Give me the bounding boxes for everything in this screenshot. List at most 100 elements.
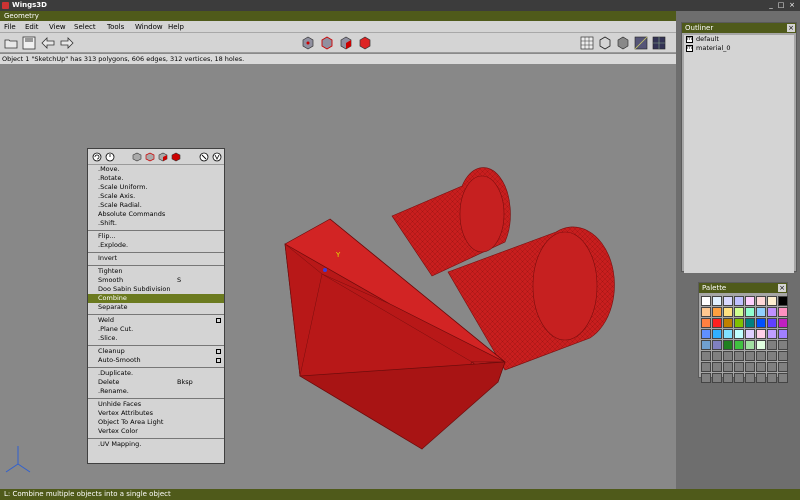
- redo-arrow-icon[interactable]: [60, 36, 74, 50]
- refresh-icon[interactable]: [92, 152, 102, 162]
- edge-select-icon[interactable]: [320, 36, 334, 50]
- menu-item-duplicate[interactable]: .Duplicate.: [88, 369, 224, 378]
- palette-swatch[interactable]: [745, 340, 755, 350]
- palette-swatch[interactable]: [767, 318, 777, 328]
- palette-swatch[interactable]: [734, 351, 744, 361]
- menu-item-vertex-color[interactable]: Vertex Color: [88, 427, 224, 436]
- menu-item-unhide-faces[interactable]: Unhide Faces: [88, 400, 224, 409]
- palette-swatch[interactable]: [745, 373, 755, 383]
- palette-swatch[interactable]: [767, 340, 777, 350]
- menu-item-smooth[interactable]: Smooth S: [88, 276, 224, 285]
- palette-swatch[interactable]: [701, 351, 711, 361]
- palette-swatch[interactable]: [778, 307, 788, 317]
- menu-item-scale-radial[interactable]: .Scale Radial.: [88, 201, 224, 210]
- menu-help[interactable]: Help: [168, 23, 184, 31]
- open-folder-icon[interactable]: [4, 36, 18, 50]
- palette-swatch[interactable]: [734, 296, 744, 306]
- palette-close-icon[interactable]: ×: [778, 284, 786, 292]
- palette-swatch[interactable]: [767, 373, 777, 383]
- maximize-icon[interactable]: □: [777, 1, 785, 9]
- palette-swatch[interactable]: [778, 340, 788, 350]
- palette-swatch[interactable]: [701, 373, 711, 383]
- option-box-icon[interactable]: [216, 318, 221, 323]
- smooth-shading-icon[interactable]: [616, 36, 630, 50]
- menu-window[interactable]: Window: [135, 23, 163, 31]
- palette-swatch[interactable]: [734, 307, 744, 317]
- palette-swatch[interactable]: [767, 351, 777, 361]
- outliner-item-default[interactable]: m default: [684, 35, 794, 44]
- menu-item-plane-cut[interactable]: .Plane Cut.: [88, 325, 224, 334]
- menu-item-tighten[interactable]: Tighten: [88, 267, 224, 276]
- palette-swatch[interactable]: [701, 296, 711, 306]
- palette-swatch[interactable]: [745, 318, 755, 328]
- body-select-icon[interactable]: [358, 36, 372, 50]
- minimize-icon[interactable]: _: [767, 1, 775, 9]
- menu-item-absolute-commands[interactable]: Absolute Commands: [88, 210, 224, 219]
- menu-item-move[interactable]: .Move.: [88, 165, 224, 174]
- menu-edit[interactable]: Edit: [25, 23, 39, 31]
- menu-select[interactable]: Select: [74, 23, 96, 31]
- palette-swatch[interactable]: [723, 362, 733, 372]
- palette-swatch[interactable]: [712, 362, 722, 372]
- palette-swatch[interactable]: [712, 373, 722, 383]
- palette-swatch[interactable]: [734, 340, 744, 350]
- palette-swatch[interactable]: [756, 329, 766, 339]
- option-box-icon[interactable]: [216, 358, 221, 363]
- menu-item-shift[interactable]: .Shift.: [88, 219, 224, 228]
- palette-swatch[interactable]: [745, 296, 755, 306]
- menu-item-cleanup[interactable]: Cleanup: [88, 347, 224, 356]
- palette-swatch[interactable]: [723, 296, 733, 306]
- palette-swatch[interactable]: [745, 329, 755, 339]
- close-icon[interactable]: ×: [788, 1, 796, 9]
- palette-swatch[interactable]: [745, 351, 755, 361]
- menu-file[interactable]: File: [4, 23, 16, 31]
- menu-item-scale-axis[interactable]: .Scale Axis.: [88, 192, 224, 201]
- palette-swatch[interactable]: [712, 329, 722, 339]
- palette-swatch[interactable]: [712, 307, 722, 317]
- tools-icon[interactable]: [199, 152, 209, 162]
- undo-arrow-icon[interactable]: [41, 36, 55, 50]
- palette-swatch[interactable]: [712, 296, 722, 306]
- face-select-icon[interactable]: [339, 36, 353, 50]
- save-icon[interactable]: [22, 36, 36, 50]
- palette-swatch[interactable]: [734, 373, 744, 383]
- palette-swatch[interactable]: [778, 351, 788, 361]
- menu-item-invert[interactable]: Invert: [88, 254, 224, 263]
- menu-item-separate[interactable]: Separate: [88, 303, 224, 312]
- menu-item-object-to-area-light[interactable]: Object To Area Light: [88, 418, 224, 427]
- menu-item-scale-uniform[interactable]: .Scale Uniform.: [88, 183, 224, 192]
- palette-swatch[interactable]: [723, 351, 733, 361]
- palette-swatch[interactable]: [723, 340, 733, 350]
- palette-swatch[interactable]: [767, 307, 777, 317]
- menu-item-uv-mapping[interactable]: .UV Mapping.: [88, 440, 224, 449]
- outliner-close-icon[interactable]: ×: [787, 24, 795, 32]
- menu-item-flip[interactable]: Flip...: [88, 232, 224, 241]
- menu-item-doo-sabin-subdivision[interactable]: Doo Sabin Subdivision: [88, 285, 224, 294]
- menu-item-rename[interactable]: .Rename.: [88, 387, 224, 396]
- palette-swatch[interactable]: [756, 373, 766, 383]
- help-icon[interactable]: [212, 152, 222, 162]
- palette-swatch[interactable]: [734, 362, 744, 372]
- palette-swatch[interactable]: [756, 307, 766, 317]
- palette-swatch[interactable]: [712, 340, 722, 350]
- face-mode-icon[interactable]: [158, 152, 168, 162]
- wireframe-view-icon[interactable]: [598, 36, 612, 50]
- palette-swatch[interactable]: [756, 318, 766, 328]
- palette-swatch[interactable]: [778, 329, 788, 339]
- palette-swatch[interactable]: [756, 351, 766, 361]
- palette-swatch[interactable]: [745, 362, 755, 372]
- palette-swatch[interactable]: [723, 307, 733, 317]
- option-box-icon[interactable]: [216, 349, 221, 354]
- palette-swatch[interactable]: [778, 373, 788, 383]
- palette-swatch[interactable]: [701, 318, 711, 328]
- palette-swatch[interactable]: [745, 307, 755, 317]
- menu-view[interactable]: View: [49, 23, 66, 31]
- palette-swatch[interactable]: [712, 318, 722, 328]
- vertex-select-icon[interactable]: [301, 36, 315, 50]
- outliner-item-material-0[interactable]: m material_0: [684, 44, 794, 53]
- palette-swatch[interactable]: [778, 362, 788, 372]
- palette-swatch[interactable]: [712, 351, 722, 361]
- power-icon[interactable]: [105, 152, 115, 162]
- menu-item-rotate[interactable]: .Rotate.: [88, 174, 224, 183]
- body-mode-icon[interactable]: [171, 152, 181, 162]
